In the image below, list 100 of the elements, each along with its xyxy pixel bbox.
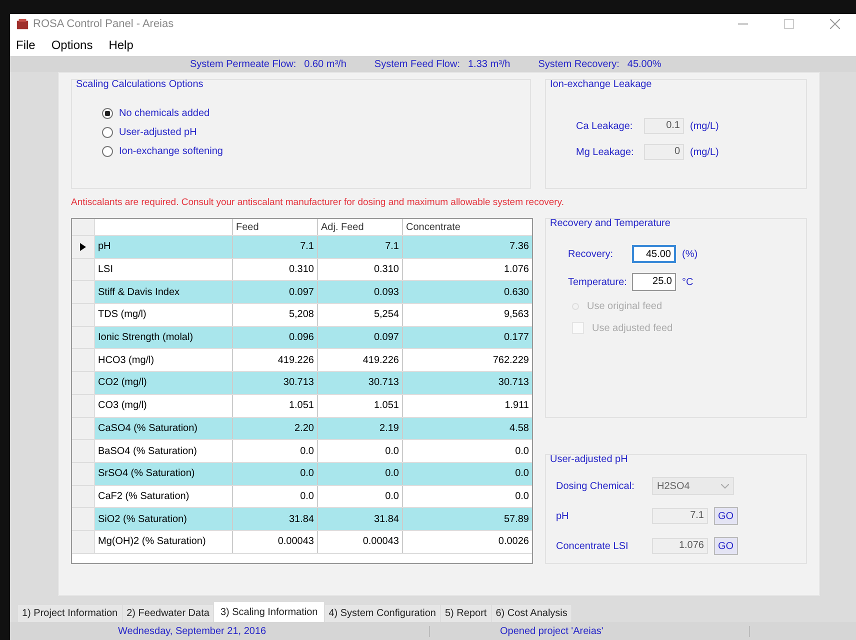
table-cell: 5,254 xyxy=(318,304,403,326)
unit-label: °C xyxy=(682,276,694,288)
table-cell: 30.713 xyxy=(318,372,403,394)
table-cell: 7.1 xyxy=(318,236,403,258)
table-cell: BaSO4 (% Saturation) xyxy=(95,440,233,462)
table-cell: CO3 (mg/l) xyxy=(95,394,233,416)
table-cell: 0.00043 xyxy=(233,530,318,553)
table-cell: 0.0 xyxy=(233,462,318,485)
radio-label: No chemicals added xyxy=(119,108,210,119)
table-cell: 0.096 xyxy=(233,326,318,348)
table-cell-text: 1.911 xyxy=(504,399,530,414)
table-cell: 31.84 xyxy=(318,508,403,530)
table-cell-text: 0.0026 xyxy=(497,535,530,550)
table-cell: 0.0 xyxy=(318,440,403,462)
group-title: Recovery and Temperature xyxy=(550,218,670,229)
table-cell: 1.051 xyxy=(318,394,403,416)
table-cell: 30.713 xyxy=(403,372,532,394)
tab[interactable]: 6) Cost Analysis xyxy=(492,605,572,622)
radio-button[interactable] xyxy=(102,127,113,138)
row-indicator[interactable] xyxy=(72,236,95,258)
field-label: Concentrate LSI xyxy=(556,540,630,552)
radio-label: User-adjusted pH xyxy=(119,127,197,138)
tab[interactable]: 4) System Configuration xyxy=(324,605,441,622)
table-cell: 31.84 xyxy=(233,508,318,530)
go-button[interactable]: GO xyxy=(714,537,738,555)
field-label: Ca Leakage: xyxy=(576,120,634,132)
table-cell: Stiff & Davis Index xyxy=(95,281,233,304)
field-label: Dosing Chemical: xyxy=(556,480,636,492)
group-title: Scaling Calculations Options xyxy=(76,79,204,90)
field-label: pH xyxy=(556,510,570,522)
table-cell: 0.093 xyxy=(318,281,403,304)
input-field[interactable]: 1.076 xyxy=(652,538,708,554)
table-cell: 0.097 xyxy=(233,281,318,304)
table-cell: 7.1 xyxy=(233,236,318,258)
table-cell: 0.0 xyxy=(233,486,318,508)
table-cell-text: 762.229 xyxy=(492,354,530,368)
table-cell: 0.177 xyxy=(403,326,532,348)
table-cell: CaSO4 (% Saturation) xyxy=(95,418,233,440)
table-cell: 0.0 xyxy=(318,462,403,485)
table-cell: 0.310 xyxy=(318,258,403,280)
table-cell-text: 1.076 xyxy=(502,263,530,278)
menu-item[interactable]: File xyxy=(16,38,36,52)
table-cell: LSI xyxy=(95,258,233,280)
status-date: Wednesday, September 21, 2016 xyxy=(10,626,430,636)
input-field[interactable]: 0.1 xyxy=(644,118,684,134)
group-title: Ion-exchange Leakage xyxy=(550,79,652,90)
table-cell-text: 9,563 xyxy=(502,308,530,322)
tab[interactable]: 1) Project Information xyxy=(18,605,123,622)
tab[interactable]: 5) Report xyxy=(441,605,492,622)
unit-label: (%) xyxy=(682,248,698,260)
table-cell: SiO2 (% Saturation) xyxy=(95,508,233,530)
pointer-icon xyxy=(80,242,86,251)
table-cell: 30.713 xyxy=(233,372,318,394)
table-cell: 0.310 xyxy=(233,258,318,280)
input-field[interactable]: 0 xyxy=(644,144,684,160)
table-cell: Mg(OH)2 (% Saturation) xyxy=(95,530,233,553)
summary-value: 1.33 m³/h xyxy=(468,58,510,70)
summary-value: 45.00% xyxy=(627,58,662,70)
chemical-dropdown[interactable]: H2SO4 xyxy=(652,477,734,495)
input-field[interactable]: 45.00 xyxy=(632,245,676,263)
status-message: Opened project 'Areias' xyxy=(430,626,750,636)
maximize-icon[interactable] xyxy=(784,19,794,29)
app-logo-icon xyxy=(16,18,29,30)
radio-label: Ion-exchange softening xyxy=(119,146,223,157)
input-field[interactable]: 7.1 xyxy=(652,508,708,524)
table-cell: 2.20 xyxy=(233,418,318,440)
option-label: Use adjusted feed xyxy=(592,322,673,334)
menu-item[interactable]: Help xyxy=(108,38,134,52)
table-cell: Ionic Strength (molal) xyxy=(95,326,233,348)
field-label: Mg Leakage: xyxy=(576,146,635,158)
group-title: User-adjusted pH xyxy=(550,454,628,465)
option-label: Use original feed xyxy=(587,301,662,312)
table-cell-text: 0.0 xyxy=(514,490,530,504)
menu-item[interactable]: Options xyxy=(51,38,93,52)
table-cell: 0.0 xyxy=(403,462,532,485)
summary-label: System Recovery: xyxy=(538,58,620,70)
table-cell: CaF2 (% Saturation) xyxy=(95,486,233,508)
table-cell: HCO3 (mg/l) xyxy=(95,349,233,372)
table-cell: 1.051 xyxy=(233,394,318,416)
table-cell: TDS (mg/l) xyxy=(95,304,233,326)
table-cell: 5,208 xyxy=(233,304,318,326)
table-cell: 4.58 xyxy=(403,418,532,440)
table-cell: 2.19 xyxy=(318,418,403,440)
tab[interactable]: 2) Feedwater Data xyxy=(122,605,214,622)
unit-label: (mg/L) xyxy=(690,146,719,158)
table-cell: 57.89 xyxy=(403,508,532,530)
tab[interactable]: 3) Scaling Information xyxy=(214,602,325,622)
input-field[interactable]: 25.0 xyxy=(632,273,676,291)
radio-button[interactable] xyxy=(102,146,113,157)
table-cell: 0.00043 xyxy=(318,530,403,553)
caret-icon xyxy=(721,484,729,488)
table-cell: SrSO4 (% Saturation) xyxy=(95,462,233,485)
table-cell: 0.0 xyxy=(233,440,318,462)
go-button[interactable]: GO xyxy=(714,507,738,525)
close-icon[interactable] xyxy=(830,19,840,29)
field-label: Recovery: xyxy=(568,248,614,260)
summary-label: System Permeate Flow: xyxy=(190,58,296,70)
table-cell: 0.630 xyxy=(403,281,532,304)
table-cell: 419.226 xyxy=(233,349,318,372)
radio-button[interactable] xyxy=(102,108,113,119)
